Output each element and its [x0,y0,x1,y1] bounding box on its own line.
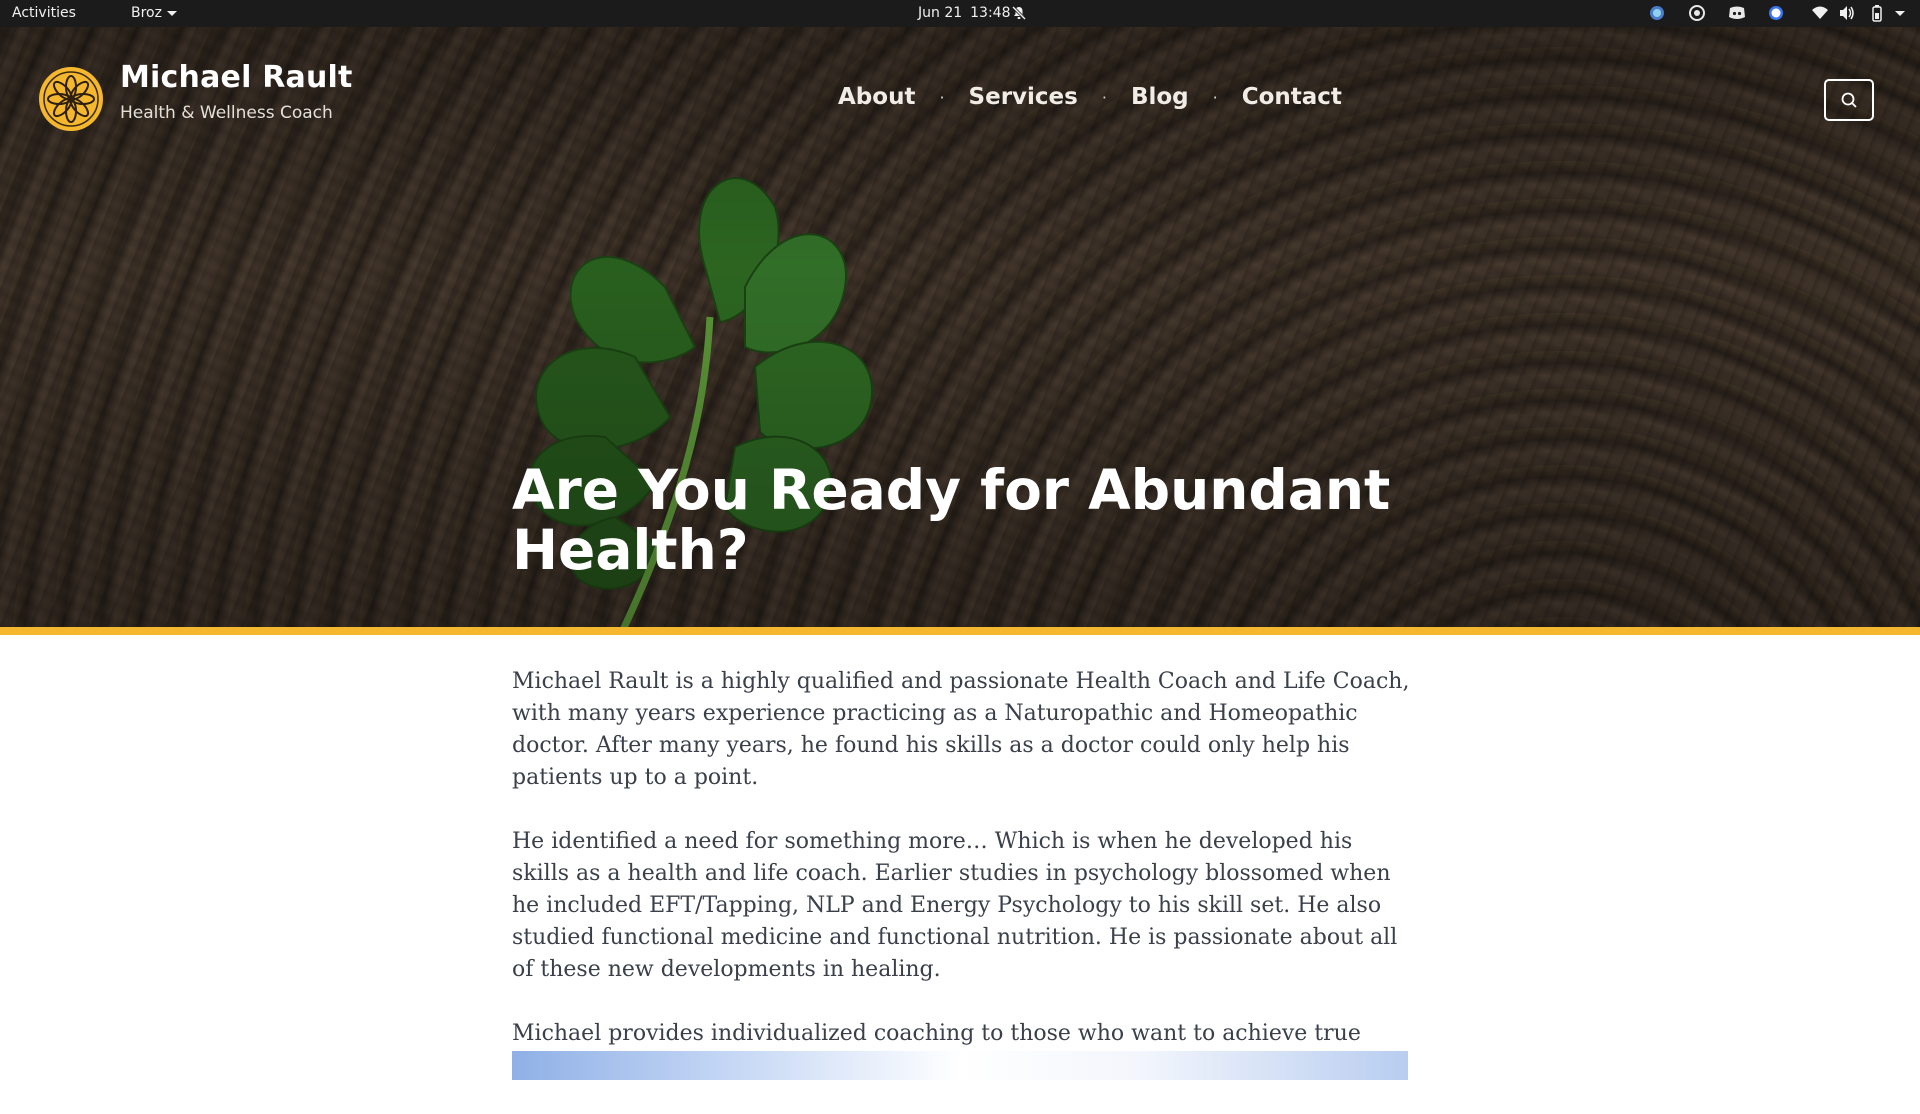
nav-link-blog[interactable]: Blog [1131,84,1189,110]
accent-divider [0,627,1920,635]
content-paragraph: Michael Rault is a highly qualified and … [512,669,1410,790]
flower-logo-icon[interactable] [38,66,104,132]
app-menu-label: Broz [131,5,162,21]
main-navigation: About · Services · Blog · Contact [838,84,1342,110]
activities-button[interactable]: Activities [12,5,76,21]
clock-time: 13:48 [970,5,1011,21]
nav-separator: · [1212,87,1218,107]
search-icon [1841,92,1857,108]
search-toggle-button[interactable] [1824,79,1874,121]
discord-icon[interactable] [1727,4,1747,22]
clock[interactable]: Jun 21 13:48 [918,5,1011,21]
nav-separator: · [1101,87,1107,107]
site-title[interactable]: Michael Rault [120,60,353,95]
page-content: Michael Rault is a highly qualified and … [512,666,1412,1114]
sky-image [512,1051,1408,1080]
wifi-icon[interactable] [1811,4,1829,22]
nav-link-about[interactable]: About [838,84,915,110]
chrome-icon[interactable] [1688,4,1706,22]
system-top-bar: Activities Broz Jun 21 13:48 [0,0,1920,27]
page-title: Are You Ready for Abundant Health? [512,458,1391,582]
notifications-muted-icon [1011,5,1027,21]
nav-link-services[interactable]: Services [969,84,1078,110]
nav-link-contact[interactable]: Contact [1242,84,1342,110]
app-menu[interactable]: Broz [131,5,177,21]
site-tagline: Health & Wellness Coach [120,103,333,123]
content-paragraph: He identified a need for something more…… [512,829,1398,982]
battery-icon[interactable] [1869,4,1885,22]
caret-down-icon [166,10,177,16]
clock-date: Jun 21 [918,5,963,21]
nav-separator: · [939,87,945,107]
tray-app-icon[interactable] [1648,4,1666,22]
volume-icon[interactable] [1838,4,1856,22]
signal-icon[interactable] [1767,4,1785,22]
power-menu-icon[interactable] [1893,4,1907,22]
